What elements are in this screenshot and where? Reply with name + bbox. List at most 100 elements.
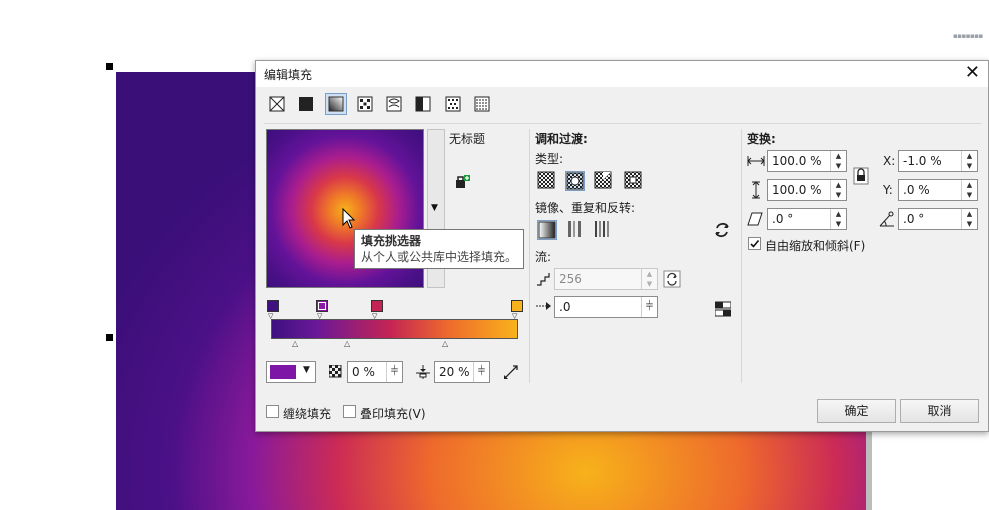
- acceleration-input[interactable]: .0 ⫩: [554, 296, 658, 318]
- slider-icon[interactable]: ⫩: [641, 297, 657, 317]
- transform-header: 变换:: [747, 132, 776, 146]
- slider-icon[interactable]: ⫩: [386, 362, 402, 382]
- y-label: Y:: [883, 183, 893, 197]
- steps-input[interactable]: 256 ▲ ▼: [554, 268, 658, 290]
- x-offset-value: -1.0 %: [903, 154, 942, 168]
- color-node[interactable]: [371, 300, 383, 312]
- mirror-label: 镜像、重复和反转:: [535, 201, 636, 215]
- overprint-fill-checkbox[interactable]: [343, 405, 356, 418]
- y-offset-spinner[interactable]: ▲ ▼: [961, 180, 977, 200]
- tooltip-title: 填充挑选器: [361, 234, 422, 248]
- fill-width-icon: [747, 156, 765, 166]
- checkmark-icon: [750, 239, 760, 248]
- fountain-fill-icon[interactable]: [325, 93, 347, 115]
- x-offset-input[interactable]: -1.0 % ▲ ▼: [898, 150, 978, 172]
- steps-value: 256: [559, 272, 582, 286]
- selection-handle-middle-left[interactable]: [106, 334, 113, 341]
- transparency-icon: [329, 365, 342, 378]
- color-node[interactable]: [316, 300, 328, 312]
- mirror-fill-icon[interactable]: [566, 220, 586, 240]
- skew-icon: [747, 212, 763, 226]
- acceleration-icon: [536, 302, 551, 310]
- x-label: X:: [883, 154, 896, 168]
- overprint-fill-label: 叠印填充(V): [360, 407, 426, 421]
- slider-icon[interactable]: ⫩: [473, 362, 489, 382]
- transparency-value: 0 %: [352, 365, 375, 379]
- fill-width-spinner[interactable]: ▲ ▼: [830, 151, 846, 171]
- vector-pattern-icon[interactable]: [354, 93, 376, 115]
- skew-input[interactable]: .0 ° ▲ ▼: [767, 208, 847, 230]
- transparency-input[interactable]: 0 % ⫩: [347, 361, 403, 383]
- toolbar-divider: [264, 123, 982, 124]
- wrap-fill-label: 缠绕填充: [283, 407, 332, 421]
- reverse-gradient-icon[interactable]: [502, 363, 520, 381]
- node-color-picker[interactable]: ▼: [266, 361, 316, 383]
- midpoint-marker[interactable]: △: [292, 339, 298, 348]
- repeat-fill-icon[interactable]: [594, 220, 614, 240]
- skew-value: .0 °: [772, 212, 794, 226]
- fill-height-input[interactable]: 100.0 % ▲ ▼: [767, 179, 847, 201]
- column-divider: [741, 129, 742, 383]
- rotate-input[interactable]: .0 ° ▲ ▼: [898, 208, 978, 230]
- dialog-title: 编辑填充: [264, 68, 313, 82]
- y-offset-value: .0 %: [903, 183, 930, 197]
- edit-fill-dialog: 编辑填充 ✕ ▼ 无标题 填充挑选器 从个人或公共库中选择填充。 ▽ ▽ ▽ ▽…: [255, 60, 989, 432]
- gradient-bar[interactable]: [271, 319, 518, 339]
- fill-picker-tooltip: 填充挑选器 从个人或公共库中选择填充。: [354, 229, 524, 269]
- bitmap-pattern-icon[interactable]: [383, 93, 405, 115]
- flow-label: 流:: [535, 250, 552, 264]
- mouse-pointer-icon: [342, 208, 356, 229]
- lock-icon[interactable]: [853, 167, 869, 185]
- color-node[interactable]: [511, 300, 523, 312]
- close-icon[interactable]: ✕: [965, 62, 980, 83]
- no-fill-icon[interactable]: [266, 93, 288, 115]
- fill-name: 无标题: [449, 132, 486, 146]
- uniform-fill-icon[interactable]: [295, 93, 317, 115]
- fill-height-spinner[interactable]: ▲ ▼: [830, 180, 846, 200]
- save-to-library-icon[interactable]: [455, 174, 471, 190]
- tooltip-description: 从个人或公共库中选择填充。: [361, 250, 518, 264]
- fill-height-value: 100.0 %: [772, 183, 822, 197]
- postscript-fill-icon[interactable]: [471, 93, 493, 115]
- default-fill-icon[interactable]: [537, 220, 557, 240]
- skew-spinner[interactable]: ▲ ▼: [830, 209, 846, 229]
- column-divider: [529, 129, 530, 383]
- fill-height-icon: [752, 181, 760, 199]
- ok-button[interactable]: 确定: [817, 399, 896, 423]
- fill-width-value: 100.0 %: [772, 154, 822, 168]
- midpoint-value: 20 %: [439, 365, 470, 379]
- conical-fountain-icon[interactable]: [594, 171, 614, 191]
- chevron-down-icon[interactable]: ▼: [303, 365, 310, 375]
- node-color-swatch: [270, 365, 296, 379]
- rotate-spinner[interactable]: ▲ ▼: [961, 209, 977, 229]
- free-scale-label: 自由缩放和倾斜(F): [765, 239, 866, 253]
- fill-width-input[interactable]: 100.0 % ▲ ▼: [767, 150, 847, 172]
- smooth-transition-icon[interactable]: [715, 301, 731, 317]
- radial-fountain-icon[interactable]: [565, 171, 585, 191]
- color-node[interactable]: [267, 300, 279, 312]
- two-color-pattern-icon[interactable]: [412, 93, 434, 115]
- texture-fill-icon[interactable]: [442, 93, 464, 115]
- y-offset-input[interactable]: .0 % ▲ ▼: [898, 179, 978, 201]
- midpoint-input[interactable]: 20 % ⫩: [434, 361, 490, 383]
- acceleration-value: .0: [559, 300, 571, 314]
- watermark-dots: ▪▪▪▪▪▪▪: [953, 32, 983, 40]
- free-scale-checkbox[interactable]: [748, 237, 761, 250]
- blend-header: 调和过渡:: [535, 132, 588, 146]
- steps-spinner[interactable]: ▲ ▼: [641, 269, 657, 289]
- midpoint-icon: [416, 365, 430, 379]
- lock-steps-icon[interactable]: [663, 270, 681, 288]
- blend-type-label: 类型:: [535, 152, 564, 166]
- chevron-down-icon[interactable]: ▼: [431, 203, 438, 213]
- rotate-icon: [879, 211, 894, 227]
- x-offset-spinner[interactable]: ▲ ▼: [961, 151, 977, 171]
- reverse-icon[interactable]: [713, 221, 731, 239]
- rectangular-fountain-icon[interactable]: [624, 171, 644, 191]
- midpoint-marker[interactable]: △: [344, 339, 350, 348]
- dialog-titlebar: 编辑填充 ✕: [256, 61, 988, 87]
- selection-handle-top-left[interactable]: [106, 63, 113, 70]
- cancel-button[interactable]: 取消: [900, 399, 979, 423]
- wrap-fill-checkbox[interactable]: [266, 405, 279, 418]
- linear-fountain-icon[interactable]: [537, 171, 557, 191]
- midpoint-marker[interactable]: △: [442, 339, 448, 348]
